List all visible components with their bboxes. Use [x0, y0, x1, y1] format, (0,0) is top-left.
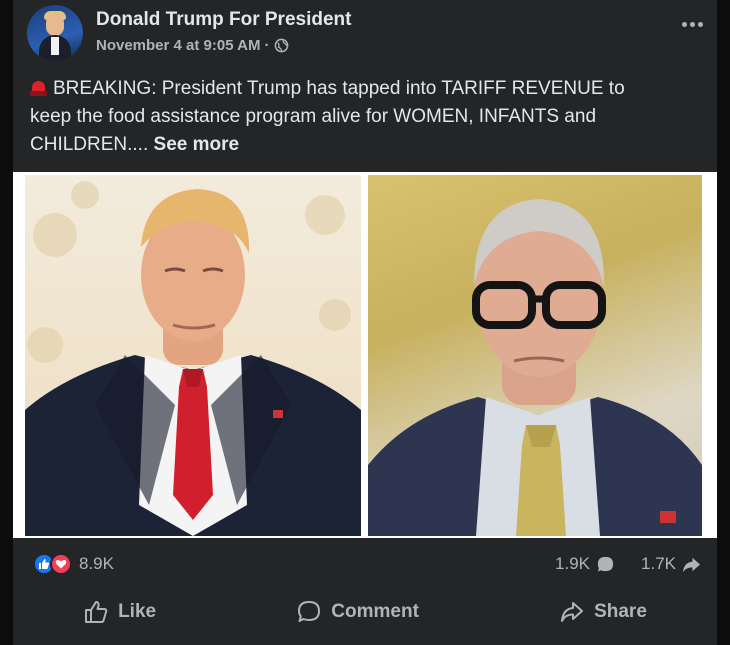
- man-with-glasses-illustration: [368, 199, 702, 536]
- post-text-line-2: keep the food assistance program alive f…: [30, 106, 597, 127]
- action-bar: Like Comment Share: [13, 590, 717, 634]
- left-photo[interactable]: [25, 175, 361, 536]
- reaction-count: 8.9K: [79, 554, 114, 573]
- engagement-bar: 8.9K 1.9K 1.7K: [13, 545, 717, 585]
- post-card: Donald Trump For President November 4 at…: [13, 0, 717, 645]
- right-photo[interactable]: [368, 175, 702, 536]
- author-name[interactable]: Donald Trump For President: [96, 9, 351, 31]
- thumbs-up-icon: [85, 601, 108, 623]
- post-stats: 1.9K 1.7K: [555, 554, 701, 574]
- share-label: Share: [594, 601, 647, 622]
- author-avatar[interactable]: [27, 5, 83, 61]
- police-light-icon: [30, 79, 47, 96]
- post-text-line-1: BREAKING: President Trump has tapped int…: [53, 78, 625, 99]
- comment-label: Comment: [331, 601, 419, 622]
- globe-icon[interactable]: [274, 38, 289, 53]
- post-timestamp[interactable]: November 4 at 9:05 AM: [96, 37, 261, 54]
- man-in-red-tie-illustration: [25, 181, 361, 536]
- comment-button[interactable]: Comment: [274, 590, 441, 634]
- share-icon: [561, 602, 584, 622]
- post-header: Donald Trump For President November 4 at…: [13, 0, 717, 64]
- comment-count[interactable]: 1.9K: [555, 554, 590, 574]
- reactions-summary[interactable]: 8.9K: [33, 553, 114, 575]
- like-label: Like: [118, 601, 157, 622]
- meta-separator: ·: [264, 37, 270, 54]
- share-button[interactable]: Share: [537, 590, 669, 634]
- comment-icon: [298, 601, 321, 622]
- post-text-line-3: CHILDREN....: [30, 134, 149, 155]
- post-image[interactable]: [13, 172, 717, 538]
- like-button[interactable]: Like: [61, 590, 178, 634]
- more-options-icon[interactable]: [682, 22, 703, 27]
- comment-bubble-icon: [597, 556, 614, 572]
- love-reaction-icon: [50, 553, 72, 575]
- share-count[interactable]: 1.7K: [641, 554, 676, 574]
- share-arrow-icon: [682, 557, 701, 572]
- post-meta: November 4 at 9:05 AM ·: [96, 37, 289, 54]
- post-body: BREAKING: President Trump has tapped int…: [30, 75, 710, 159]
- see-more-link[interactable]: See more: [154, 134, 240, 155]
